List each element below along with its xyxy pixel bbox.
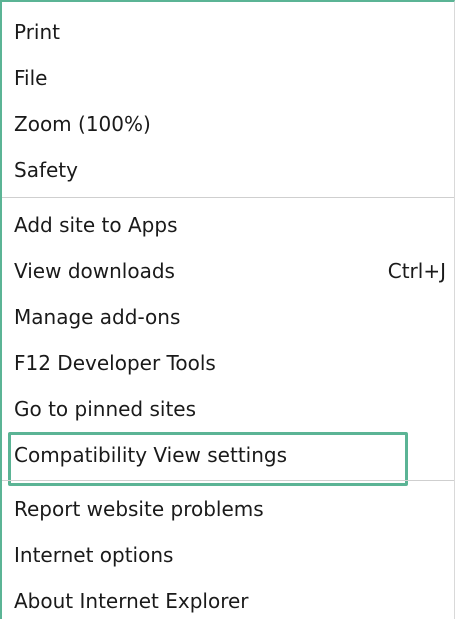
- menu-item-label: F12 Developer Tools: [14, 351, 216, 375]
- menu-item-label: View downloads: [14, 259, 175, 283]
- menu-separator: [2, 480, 454, 481]
- menu-item-print[interactable]: Print: [14, 17, 454, 47]
- menu-item-go-to-pinned-sites[interactable]: Go to pinned sites: [14, 394, 454, 424]
- menu-item-view-downloads[interactable]: View downloads Ctrl+J: [14, 256, 454, 286]
- menu-item-label: Go to pinned sites: [14, 397, 197, 421]
- tools-menu: Print File Zoom (100%) Safety Add site t…: [0, 0, 455, 619]
- menu-item-label: Manage add-ons: [14, 305, 181, 329]
- menu-item-compatibility-view-settings[interactable]: Compatibility View settings: [14, 440, 454, 470]
- menu-item-label: Print: [14, 20, 61, 44]
- menu-separator: [2, 197, 454, 198]
- menu-item-zoom[interactable]: Zoom (100%): [14, 109, 454, 139]
- menu-item-internet-options[interactable]: Internet options: [14, 540, 454, 570]
- menu-item-label: Add site to Apps: [14, 213, 178, 237]
- menu-item-safety[interactable]: Safety: [14, 155, 454, 185]
- menu-item-file[interactable]: File: [14, 63, 454, 93]
- menu-item-label: Report website problems: [14, 497, 264, 521]
- menu-item-label: Compatibility View settings: [14, 443, 288, 467]
- menu-item-label: Internet options: [14, 543, 174, 567]
- menu-item-about-internet-explorer[interactable]: About Internet Explorer: [14, 586, 454, 616]
- menu-item-label: File: [14, 66, 48, 90]
- menu-item-report-website-problems[interactable]: Report website problems: [14, 494, 454, 524]
- menu-item-shortcut: Ctrl+J: [387, 259, 446, 283]
- menu-item-label: Zoom (100%): [14, 112, 151, 136]
- menu-item-label: About Internet Explorer: [14, 589, 249, 613]
- menu-item-manage-add-ons[interactable]: Manage add-ons: [14, 302, 454, 332]
- menu-item-f12-developer-tools[interactable]: F12 Developer Tools: [14, 348, 454, 378]
- menu-item-label: Safety: [14, 158, 78, 182]
- menu-item-add-site-to-apps[interactable]: Add site to Apps: [14, 210, 454, 240]
